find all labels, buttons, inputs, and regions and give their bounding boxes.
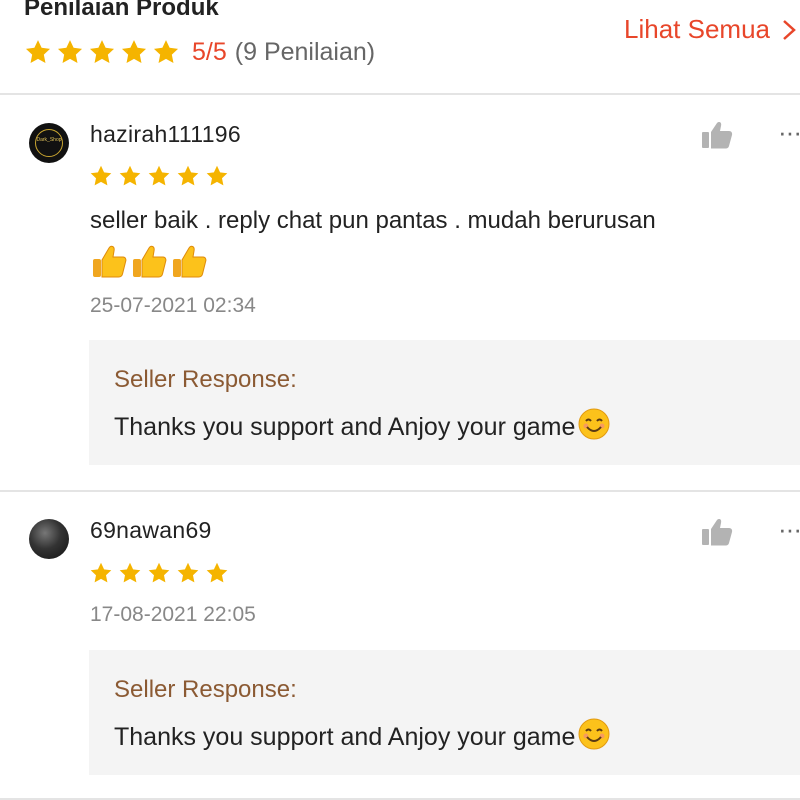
star-icon [118, 164, 142, 188]
star-icon [152, 38, 180, 66]
review-item: 69nawan69 ··· 17-08-2021 22:05 Seller Re… [0, 492, 800, 800]
more-options-icon[interactable]: ··· [778, 514, 800, 545]
thumbs-up-icon[interactable] [700, 120, 734, 150]
review-stars [89, 164, 229, 188]
star-icon [205, 164, 229, 188]
seller-response: Seller Response: Thanks you support and … [89, 340, 800, 465]
seller-response-text-row: Thanks you support and Anjoy your game [114, 717, 611, 758]
star-icon [24, 38, 52, 66]
review-date: 17-08-2021 22:05 [90, 603, 256, 626]
thumbs-up-icon[interactable] [700, 517, 734, 547]
review-date: 25-07-2021 02:34 [90, 294, 256, 317]
star-icon [147, 164, 171, 188]
star-icon [147, 561, 171, 585]
ratings-header: Penilaian Produk 5/5 (9 Penilaian) Lihat… [0, 0, 800, 93]
seller-response-text: Thanks you support and Anjoy your game [114, 413, 576, 441]
seller-response-text: Thanks you support and Anjoy your game [114, 723, 576, 751]
seller-response-label: Seller Response: [114, 676, 297, 703]
comment-emojis [90, 243, 208, 286]
star-icon [56, 38, 84, 66]
review-username: 69nawan69 [90, 517, 212, 543]
star-icon [205, 561, 229, 585]
review-comment: seller baik . reply chat pun pantas . mu… [90, 207, 656, 234]
review-item: Dark_Shop hazirah111196 ··· seller baik … [0, 95, 800, 490]
overall-stars [24, 38, 180, 66]
thumbs-up-emoji [170, 243, 208, 286]
thumbs-up-emoji [130, 243, 168, 286]
overall-rating: 5/5 (9 Penilaian) [24, 36, 375, 68]
see-all-link[interactable]: Lihat Semua [624, 14, 800, 45]
thumbs-up-emoji [90, 243, 128, 286]
smiling-face-emoji [577, 407, 611, 448]
avatar-logo-text: Dark_Shop [36, 137, 62, 143]
star-icon [89, 561, 113, 585]
avatar[interactable]: Dark_Shop [29, 123, 69, 163]
see-all-label: Lihat Semua [624, 14, 770, 44]
section-title: Penilaian Produk [24, 0, 219, 21]
avatar[interactable] [29, 519, 69, 559]
review-stars [89, 561, 229, 585]
star-icon [88, 38, 116, 66]
star-icon [176, 164, 200, 188]
chevron-right-icon [780, 15, 800, 45]
more-options-icon[interactable]: ··· [778, 117, 800, 148]
star-icon [118, 561, 142, 585]
smiling-face-emoji [577, 717, 611, 758]
seller-response-label: Seller Response: [114, 366, 297, 393]
star-icon [89, 164, 113, 188]
review-username: hazirah111196 [90, 121, 241, 147]
star-icon [176, 561, 200, 585]
seller-response-text-row: Thanks you support and Anjoy your game [114, 407, 611, 448]
rating-count: (9 Penilaian) [234, 37, 376, 66]
star-icon [120, 38, 148, 66]
rating-score: 5/5 [192, 37, 227, 66]
seller-response: Seller Response: Thanks you support and … [89, 650, 800, 775]
